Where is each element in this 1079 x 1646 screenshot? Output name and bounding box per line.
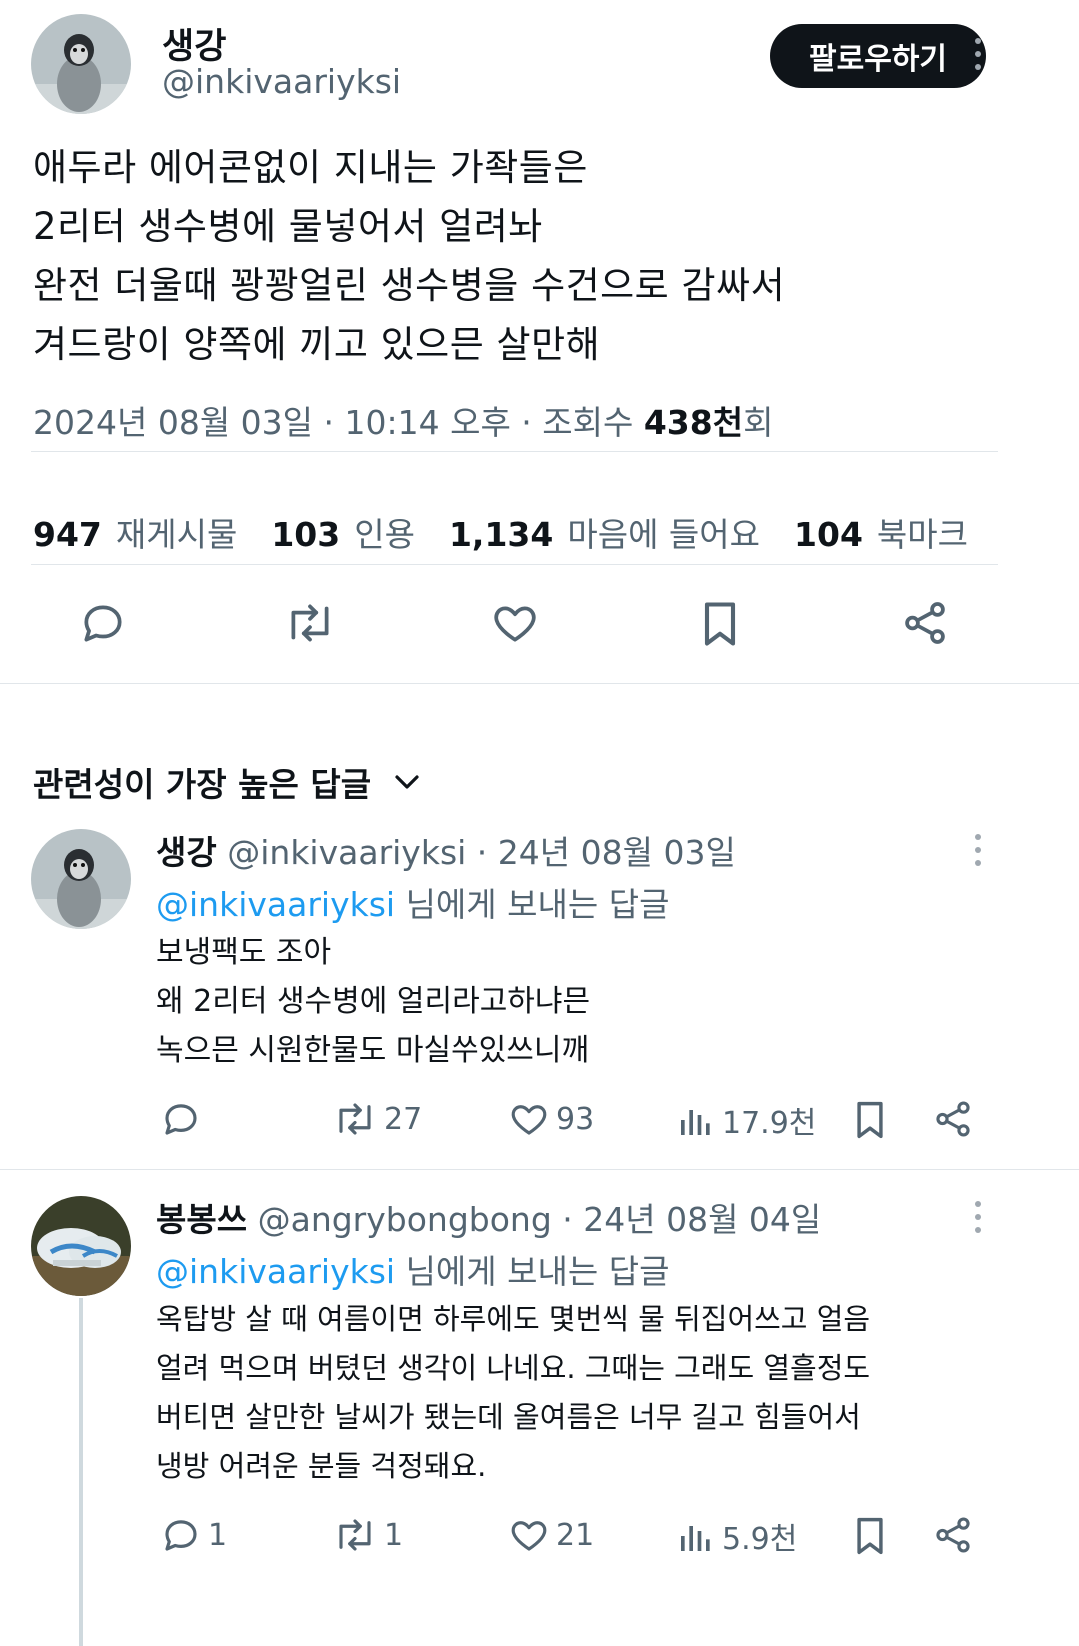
more-options-icon[interactable]	[963, 830, 993, 870]
share-icon[interactable]	[900, 598, 950, 648]
divider	[31, 451, 998, 452]
divider	[31, 564, 998, 565]
reply-icon[interactable]	[78, 598, 128, 648]
repost-icon	[339, 1519, 371, 1551]
tweet-date-time[interactable]: 2024년 08월 03일 · 10:14 오후 · 조회수	[33, 403, 644, 442]
reply-display-name[interactable]: 생강	[156, 833, 217, 872]
reply-icon	[165, 1104, 197, 1135]
reply-date[interactable]: · 24년 08월 04일	[552, 1200, 821, 1239]
reply-to-handle[interactable]: @inkivaariyksi	[156, 1252, 395, 1291]
reply-like-button[interactable]: 21	[508, 1514, 594, 1556]
reply-avatar[interactable]	[31, 829, 131, 929]
tweet-stats: 947 재게시물 103 인용 1,134 마음에 들어요 104 북마크	[33, 508, 968, 556]
reply-like-count: 93	[556, 1101, 595, 1137]
replying-to: @inkivaariyksi 님에게 보내는 답글	[156, 1245, 669, 1293]
reply-reply-button[interactable]: 1	[160, 1514, 227, 1556]
reply-like-button[interactable]: 93	[508, 1098, 594, 1140]
share-icon	[936, 1101, 970, 1137]
reposts-stat[interactable]: 947 재게시물	[33, 508, 237, 556]
chevron-down-icon	[395, 775, 419, 789]
author-avatar[interactable]	[31, 14, 131, 114]
heart-icon	[511, 1105, 547, 1135]
reply-share-button[interactable]	[932, 1098, 974, 1140]
reply-to-suffix: 님에게 보내는 답글	[395, 885, 670, 924]
reply-handle[interactable]: @angrybongbong	[258, 1200, 552, 1239]
bookmark-icon	[857, 1517, 883, 1555]
bookmark-icon[interactable]	[696, 598, 744, 650]
replying-to: @inkivaariyksi 님에게 보내는 답글	[156, 878, 669, 926]
reply-view-count: 5.9천	[722, 1522, 798, 1557]
divider	[0, 683, 1079, 684]
analytics-icon	[681, 1526, 710, 1551]
analytics-icon	[681, 1110, 710, 1135]
divider	[0, 1169, 1079, 1170]
quotes-stat[interactable]: 103 인용	[271, 508, 415, 556]
reply-sort-dropdown[interactable]: 관련성이 가장 높은 답글	[33, 758, 421, 806]
reply-repost-button[interactable]: 1	[332, 1514, 403, 1556]
more-options-icon[interactable]	[963, 1197, 993, 1237]
reply-header: 봉봉쓰 @angrybongbong · 24년 08월 04일	[156, 1193, 821, 1241]
reply-header: 생강 @inkivaariyksi · 24년 08월 03일	[156, 826, 736, 874]
reply-views-button[interactable]: 5.9천	[676, 1514, 797, 1558]
more-options-icon[interactable]	[963, 34, 993, 74]
reply-date[interactable]: · 24년 08월 03일	[466, 833, 736, 872]
heart-icon[interactable]	[490, 598, 540, 648]
author-handle[interactable]: @inkivaariyksi	[162, 62, 401, 101]
reply-repost-button[interactable]: 27	[332, 1098, 422, 1140]
follow-button[interactable]: 팔로우하기	[770, 24, 986, 88]
reply-sort-label: 관련성이 가장 높은 답글	[33, 765, 372, 804]
reply-bookmark-button[interactable]	[850, 1514, 890, 1558]
tweet-text: 애두라 에어콘없이 지내는 가좍들은 2리터 생수병에 물넣어서 얼려놔 완전 …	[33, 146, 786, 366]
reply-views-button[interactable]: 17.9천	[676, 1098, 816, 1142]
reply-to-handle[interactable]: @inkivaariyksi	[156, 885, 395, 924]
likes-stat[interactable]: 1,134 마음에 들어요	[449, 508, 760, 556]
repost-icon	[339, 1103, 371, 1135]
reply-text: 보냉팩도 조아 왜 2리터 생수병에 얼리라고하냐믄 녹으믄 시원한물도 마실쑤…	[156, 935, 591, 1068]
reply-to-suffix: 님에게 보내는 답글	[395, 1252, 670, 1291]
tweet-meta: 2024년 08월 03일 · 10:14 오후 · 조회수 438천회	[33, 396, 773, 444]
reply-handle[interactable]: @inkivaariyksi	[227, 833, 466, 872]
bookmarks-stat[interactable]: 104 북마크	[794, 508, 968, 556]
reply-share-button[interactable]	[932, 1514, 974, 1556]
thread-line	[79, 1298, 83, 1646]
reply-like-count: 21	[556, 1517, 595, 1553]
repost-icon[interactable]	[283, 598, 337, 648]
reply-avatar[interactable]	[31, 1196, 131, 1296]
reply-repost-count: 27	[384, 1101, 423, 1137]
heart-icon	[511, 1521, 547, 1551]
reply-display-name[interactable]: 봉봉쓰	[156, 1200, 247, 1239]
share-icon	[936, 1517, 970, 1553]
reply-view-count: 17.9천	[722, 1106, 817, 1141]
reply-text: 옥탑방 살 때 여름이면 하루에도 몇번씩 물 뒤집어쓰고 얼음 얼려 먹으며 …	[156, 1302, 871, 1483]
reply-reply-count: 1	[208, 1517, 228, 1553]
tweet-view-count: 438천	[643, 403, 744, 442]
tweet-view-suffix: 회	[743, 403, 774, 442]
reply-icon	[165, 1520, 197, 1551]
bookmark-icon	[857, 1101, 883, 1139]
reply-reply-button[interactable]	[160, 1098, 208, 1140]
reply-bookmark-button[interactable]	[850, 1098, 890, 1142]
reply-repost-count: 1	[384, 1517, 404, 1553]
